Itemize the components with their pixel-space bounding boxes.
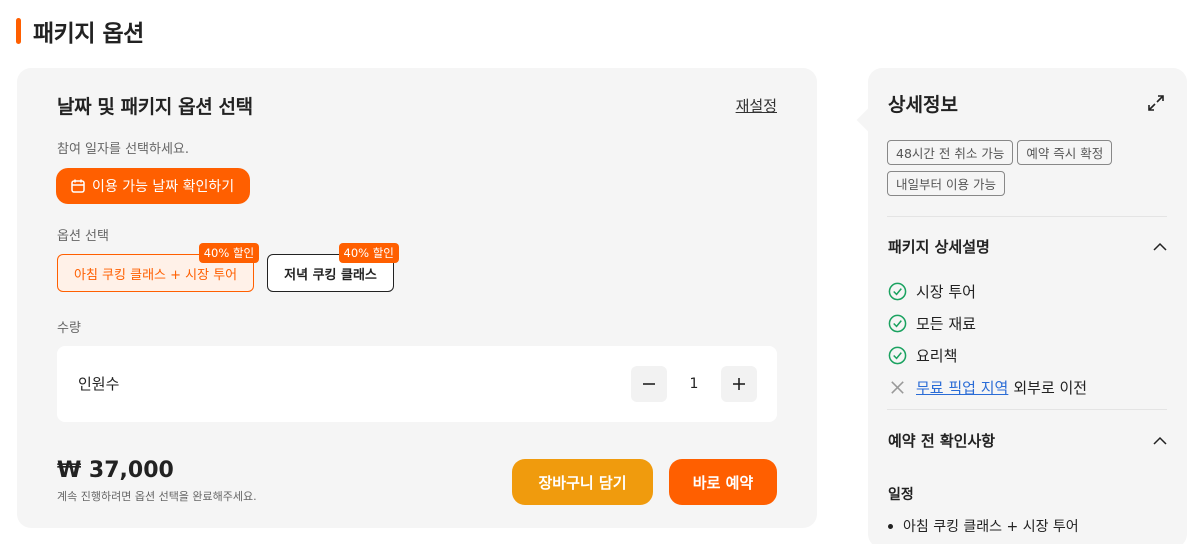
option-label: 아침 쿠킹 클래스 + 시장 투어 xyxy=(74,267,238,283)
expand-icon[interactable] xyxy=(1147,94,1165,116)
section-header: 패키지 옵션 xyxy=(16,14,144,48)
reset-link[interactable]: 재설정 xyxy=(736,95,777,116)
included-item: 요리책 xyxy=(888,345,957,366)
decrease-button[interactable] xyxy=(631,366,667,402)
discount-badge: 40% 할인 xyxy=(338,243,399,263)
prebooking-info-toggle[interactable]: 예약 전 확인사항 xyxy=(888,430,1167,451)
bullet xyxy=(888,523,893,529)
tag-instant-confirm: 예약 즉시 확정 xyxy=(1017,140,1113,165)
calendar-icon xyxy=(71,179,85,193)
schedule-label: 일정 xyxy=(888,487,914,503)
quantity-stepper: 1 xyxy=(631,366,757,402)
package-details-toggle[interactable]: 패키지 상세설명 xyxy=(888,236,1167,257)
booking-heading: 날짜 및 패키지 옵션 선택 xyxy=(57,96,253,118)
check-dates-label: 이용 가능 날짜 확인하기 xyxy=(92,179,235,195)
minus-icon xyxy=(643,383,655,385)
option-label: 저녁 쿠킹 클래스 xyxy=(284,267,377,283)
chevron-up-icon xyxy=(1153,436,1167,445)
plus-icon xyxy=(733,378,745,390)
quantity-value: 1 xyxy=(689,376,699,392)
divider xyxy=(887,409,1167,410)
total-price: ₩ 37,000 xyxy=(57,458,174,483)
chevron-up-icon xyxy=(1153,242,1167,251)
price-note: 계속 진행하려면 옵션 선택을 완료해주세요. xyxy=(57,490,257,503)
quantity-name: 인원수 xyxy=(78,375,120,393)
check-circle-icon xyxy=(888,282,907,301)
page-title: 패키지 옵션 xyxy=(33,21,144,47)
date-hint: 참여 일자를 선택하세요. xyxy=(57,142,189,157)
close-icon xyxy=(891,381,904,394)
option-evening-class[interactable]: 저녁 쿠킹 클래스 40% 할인 xyxy=(267,243,399,292)
tag-free-cancel: 48시간 전 취소 가능 xyxy=(887,140,1014,165)
booking-header: 날짜 및 패키지 옵션 선택 재설정 xyxy=(57,92,777,119)
details-panel: 상세정보 48시간 전 취소 가능 예약 즉시 확정 내일부터 이용 가능 패키… xyxy=(856,68,1187,544)
check-circle-icon xyxy=(888,314,907,333)
booking-panel: 날짜 및 패키지 옵션 선택 재설정 참여 일자를 선택하세요. 이용 가능 날… xyxy=(17,68,817,528)
tag-available-tomorrow: 내일부터 이용 가능 xyxy=(887,171,1005,196)
pickup-area-link[interactable]: 무료 픽업 지역 xyxy=(916,377,1008,398)
schedule-item: 아침 쿠킹 클래스 + 시장 투어 xyxy=(888,516,1079,536)
options-label: 옵션 선택 xyxy=(57,229,109,244)
book-now-button[interactable]: 바로 예약 xyxy=(669,459,777,505)
option-morning-class[interactable]: 아침 쿠킹 클래스 + 시장 투어 40% 할인 xyxy=(57,243,260,292)
quantity-label: 수량 xyxy=(57,321,81,336)
option-list: 아침 쿠킹 클래스 + 시장 투어 40% 할인 저녁 쿠킹 클래스 40% 할… xyxy=(57,243,407,292)
check-dates-button[interactable]: 이용 가능 날짜 확인하기 xyxy=(56,168,251,204)
quantity-row: 인원수 1 xyxy=(57,346,777,422)
details-title: 상세정보 xyxy=(888,94,958,116)
add-to-cart-button[interactable]: 장바구니 담기 xyxy=(512,459,653,505)
included-item: 모든 재료 xyxy=(888,313,976,334)
excluded-item: 무료 픽업 지역 외부로 이전 xyxy=(888,377,1087,398)
package-details-heading: 패키지 상세설명 xyxy=(888,238,990,256)
increase-button[interactable] xyxy=(721,366,757,402)
prebooking-heading: 예약 전 확인사항 xyxy=(888,432,996,450)
discount-badge: 40% 할인 xyxy=(198,243,260,263)
panel-pointer xyxy=(856,108,880,132)
tag-list: 48시간 전 취소 가능 예약 즉시 확정 내일부터 이용 가능 xyxy=(887,140,1167,202)
check-circle-icon xyxy=(888,346,907,365)
divider xyxy=(887,216,1167,217)
title-accent-bar xyxy=(16,18,21,44)
included-item: 시장 투어 xyxy=(888,281,976,302)
